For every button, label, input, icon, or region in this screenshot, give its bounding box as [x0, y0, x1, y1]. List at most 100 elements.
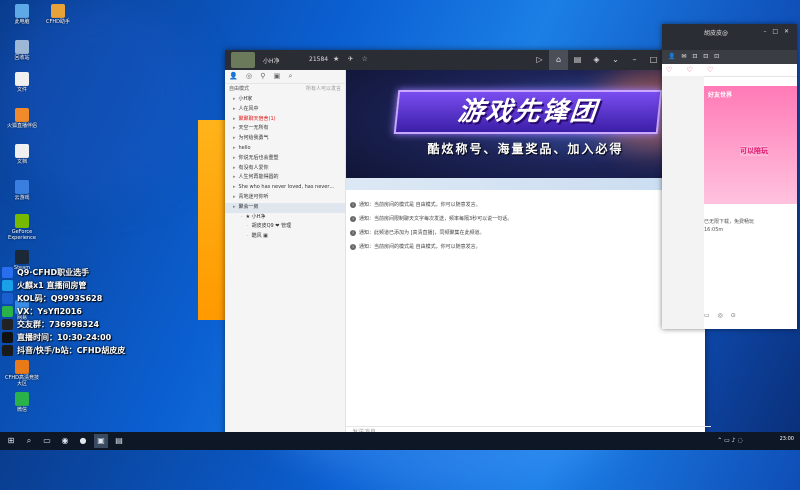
- chevron-right-icon: ▸: [233, 125, 236, 132]
- event-banner[interactable]: 游戏先锋团 酷炫称号、海量奖品、加入必得: [346, 70, 705, 190]
- overlay-badge-icon: [2, 319, 13, 330]
- channel-name: ★ 小H净: [245, 213, 266, 220]
- user-name: 小H净: [263, 58, 280, 65]
- app-icon: [51, 4, 65, 18]
- desktop-icon[interactable]: GeForce Experience: [4, 214, 40, 241]
- secondary-title: 胡皮皮@: [704, 30, 729, 37]
- desktop-icon[interactable]: 文档: [4, 144, 40, 165]
- desktop-icon[interactable]: 回收站: [4, 40, 40, 61]
- chevron-right-icon: ▸: [233, 105, 236, 112]
- app-icon: [15, 4, 29, 18]
- system-message: i 通知：此频道已添加为 [高清直播]，同频聚集在此频道。: [350, 226, 695, 240]
- app-icon: [15, 108, 29, 122]
- channel-item[interactable]: ▸ She who has never loved, has never…: [225, 183, 345, 193]
- desktop-icon-label: 文档: [16, 159, 27, 165]
- home-icon[interactable]: ⌂: [549, 50, 568, 70]
- room-mode-hint: 所有人可以发言: [305, 86, 341, 92]
- overlay-badge-icon: [2, 332, 13, 343]
- chevron-right-icon: ·: [247, 223, 249, 230]
- explorer-icon[interactable]: ▤: [112, 434, 126, 448]
- system-message: i 通知：当前房间的模式是 自由模式，你可以随意发言。: [350, 198, 695, 212]
- desktop-icon-label: 云游戏: [14, 195, 30, 201]
- user-avatar[interactable]: [231, 52, 255, 68]
- clock: 23:00: [779, 436, 794, 442]
- desktop-icon[interactable]: 火狐直播伴侣: [4, 108, 40, 129]
- room-content: 游戏先锋团 酷炫称号、海量奖品、加入必得 ▾ i通知：当前房间的模式是 自由模式…: [346, 70, 711, 438]
- secondary-toolbar[interactable]: 👤 ✉ ⊡ ⊡ ⊡: [662, 50, 797, 64]
- app-icon: [15, 180, 29, 194]
- chevron-right-icon: ▸: [233, 164, 236, 171]
- minimize-panel-icon[interactable]: ⌄: [606, 50, 625, 70]
- overlay-badge-icon: [2, 267, 13, 278]
- chevron-right-icon: ▸: [233, 135, 236, 142]
- desktop-icon-label: CFHD助手: [46, 19, 70, 25]
- channel-item[interactable]: ▸ 聚聚聊天宿舍(1): [225, 115, 345, 125]
- channel-item[interactable]: ▸ 天空一无所有: [225, 124, 345, 134]
- start-icon[interactable]: ⊞: [4, 434, 18, 448]
- channel-item[interactable]: ▸ 为何给我勇气: [225, 134, 345, 144]
- tray-icons[interactable]: ⌃ ▭ ♪ ◌: [700, 434, 760, 448]
- taskbar: ⊞ ⌕ ▭ ◉ ● ▣ ▤ ⌃ ▭ ♪ ◌ 23:00: [0, 432, 800, 450]
- overlay-line: Q9·CFHD职业选手: [2, 266, 222, 279]
- channel-item[interactable]: ▸ 小H家: [225, 95, 345, 105]
- search-icon[interactable]: ⌕: [22, 434, 36, 448]
- channel-item[interactable]: ▸ hello: [225, 144, 345, 154]
- channel-item[interactable]: ▸ 人在风中: [225, 105, 345, 115]
- channel-item[interactable]: ▸ 有没有人爱你: [225, 164, 345, 174]
- task-view-icon[interactable]: ▭: [40, 434, 54, 448]
- chat-app-taskbar-icon[interactable]: ▣: [94, 434, 108, 448]
- promo-tag: 好友世界: [708, 92, 733, 99]
- message-text: 通知：当前房间的模式是 自由模式，你可以随意发言。: [359, 202, 481, 208]
- message-text: 通知：当前房间的模式是 自由模式，你可以随意发言。: [359, 244, 481, 250]
- channel-item[interactable]: · 酷风 ▣: [225, 232, 345, 242]
- overlay-text: Q9·CFHD职业选手: [17, 268, 90, 277]
- promo-banner[interactable]: 好友世界 可以陪玩: [704, 86, 797, 204]
- title-bar: 小H净 21584 ★ ✈ ☆ ▷ ⌂ ▤ ◈ ⌄ – □ ⏻ ✕: [225, 50, 705, 70]
- secondary-bottom-icons[interactable]: ▭ ◎ ⊙: [704, 312, 739, 319]
- title-icons[interactable]: ★ ✈ ☆: [333, 55, 371, 63]
- app-icon: [15, 214, 29, 228]
- app-icon: [15, 40, 29, 54]
- channel-item[interactable]: ▸ 聚会一房: [225, 202, 345, 213]
- desktop-icon[interactable]: 云游戏: [4, 180, 40, 201]
- secondary-window-buttons[interactable]: – □ ✕: [763, 28, 791, 35]
- channel-item[interactable]: ▸ 人生何再能得圆的: [225, 173, 345, 183]
- desktop-icon-label: 微信: [16, 407, 27, 413]
- overlay-text: 火麒x1 直播间房管: [17, 281, 87, 290]
- desktop-icon[interactable]: CFHD高清竞技大区: [4, 360, 40, 387]
- desktop-icon[interactable]: CFHD助手: [40, 4, 76, 25]
- message-icon[interactable]: ▤: [568, 50, 587, 70]
- gamepad-icon[interactable]: ◈: [587, 50, 606, 70]
- channel-name: 酷风 ▣: [251, 233, 268, 240]
- desktop-icon[interactable]: 此电脑: [4, 4, 40, 25]
- chevron-right-icon: ·: [247, 233, 249, 240]
- channel-name: 小H家: [238, 96, 253, 102]
- app-icon[interactable]: ●: [76, 434, 90, 448]
- channel-item[interactable]: ▸ 你说无后也会重塑: [225, 154, 345, 164]
- secondary-text: 已无限下载，免费畅玩 16:05m: [704, 218, 754, 234]
- browser-icon[interactable]: ◉: [58, 434, 72, 448]
- channel-name: 为何给我勇气: [238, 135, 269, 142]
- channel-item[interactable]: · ★ 小H净: [225, 213, 345, 223]
- channel-item[interactable]: ▸ 青地迷可你听: [225, 193, 345, 203]
- video-icon[interactable]: ▷: [530, 50, 549, 70]
- channel-name: 天空一无所有: [238, 125, 269, 132]
- chevron-right-icon: ▸: [233, 184, 236, 191]
- banner-title: 游戏先锋团: [393, 90, 663, 134]
- message-text: 通知：当前房间限制聊天文字每次发送，频率每隔3秒可以说一句话。: [359, 216, 513, 222]
- overlay-line: 火麒x1 直播间房管: [2, 279, 222, 292]
- maximize-button[interactable]: □: [644, 50, 663, 70]
- desktop-icon[interactable]: 微信: [4, 392, 40, 413]
- minimize-button[interactable]: –: [625, 50, 644, 70]
- app-icon: [15, 392, 29, 406]
- desktop-icon[interactable]: 文件: [4, 72, 40, 93]
- app-icon: [15, 250, 29, 264]
- channel-name: 人在风中: [238, 105, 259, 112]
- channel-item[interactable]: · 胡皮皮Q9 ❤ 管理: [225, 222, 345, 232]
- app-icon: [15, 360, 29, 374]
- sidebar-toolbar[interactable]: 👤 ◎ ⚲ ▣ ⌕: [225, 70, 345, 84]
- user-id: 21584: [309, 56, 329, 63]
- overlay-text: 直播时间：10:30-24:00: [17, 333, 112, 342]
- room-mode[interactable]: 自由模式 所有人可以发言: [225, 84, 345, 95]
- chat-app-window: 小H净 21584 ★ ✈ ☆ ▷ ⌂ ▤ ◈ ⌄ – □ ⏻ ✕ 👤 ◎ ⚲ …: [225, 50, 711, 438]
